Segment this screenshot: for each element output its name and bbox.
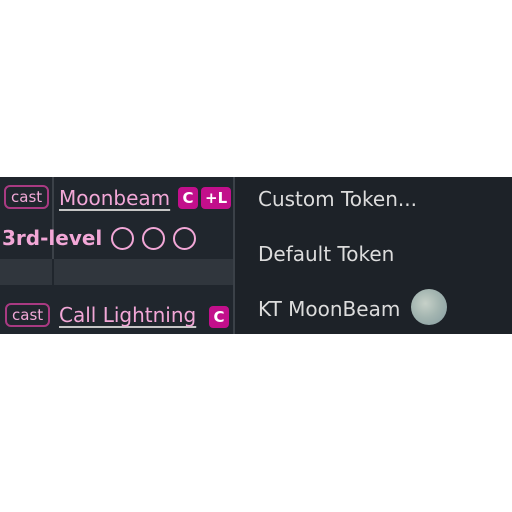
concentration-badge: C [209, 306, 229, 328]
spell-slot-checkbox[interactable] [111, 227, 134, 250]
cell-divider [52, 259, 54, 285]
cast-button[interactable]: cast [5, 303, 51, 327]
spell-level-label: 3rd-level [2, 226, 103, 250]
token-context-menu: Custom Token... Default Token KT MoonBea… [235, 177, 512, 334]
spell-list-panel: cast Moonbeam C +L 3rd-level cast Call L… [0, 177, 233, 334]
app-screenshot-strip: cast Moonbeam C +L 3rd-level cast Call L… [0, 177, 512, 334]
concentration-badge: C [178, 187, 198, 209]
spell-name-link[interactable]: Moonbeam [59, 186, 170, 210]
spell-slot-checkbox[interactable] [173, 227, 196, 250]
spell-row-moonbeam: cast Moonbeam C +L [0, 177, 233, 219]
spell-level-header: 3rd-level [0, 219, 233, 257]
higher-level-badge: +L [201, 187, 232, 209]
menu-item-default-token[interactable]: Default Token [258, 242, 394, 266]
empty-spell-row [0, 259, 233, 285]
menu-item-kt-moonbeam[interactable]: KT MoonBeam [258, 297, 400, 321]
spell-name-link[interactable]: Call Lightning [59, 303, 196, 327]
token-avatar [411, 289, 447, 325]
menu-item-custom-token[interactable]: Custom Token... [258, 187, 417, 211]
cast-button[interactable]: cast [4, 185, 50, 209]
spell-row-call-lightning: cast Call Lightning C [0, 295, 233, 334]
spell-slot-checkbox[interactable] [142, 227, 165, 250]
